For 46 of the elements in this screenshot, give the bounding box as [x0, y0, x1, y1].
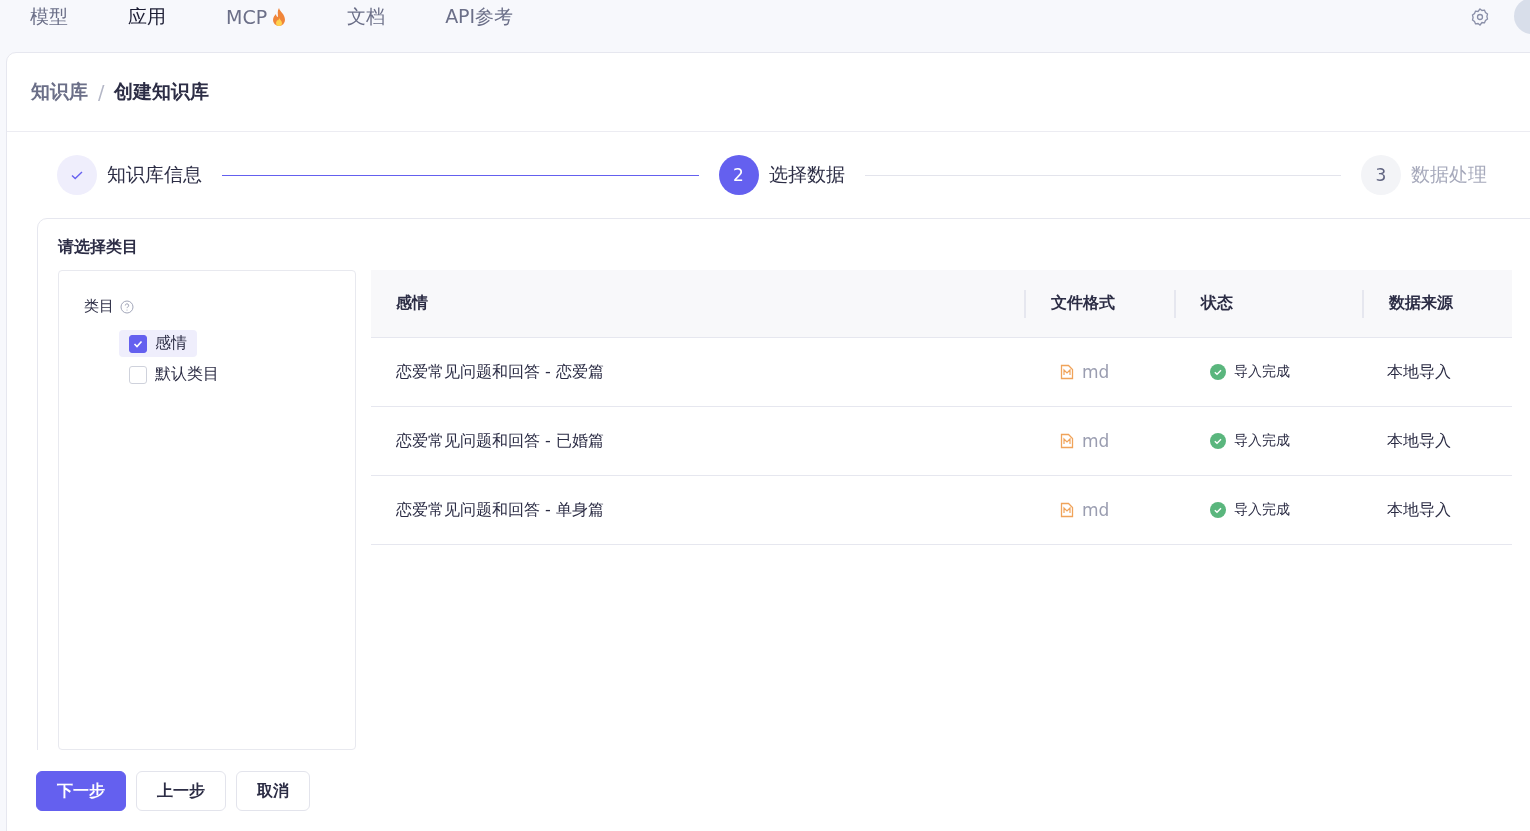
step-label: 知识库信息 — [107, 162, 202, 187]
nav-tab[interactable]: 应用 — [128, 0, 166, 34]
success-icon — [1210, 502, 1226, 518]
table-cell-text: 恋爱常见问题和回答 - 已婚篇 — [395, 430, 605, 452]
success-icon — [1210, 364, 1226, 380]
category-item[interactable]: 默认类目 — [119, 361, 229, 388]
breadcrumb-separator: / — [98, 81, 105, 103]
table-cell: md — [1082, 500, 1110, 520]
column-header: 数据来源 — [1362, 289, 1512, 318]
table-cell-text: 本地导入 — [1386, 361, 1452, 383]
step-label: 数据处理 — [1411, 162, 1487, 187]
table-cell-text: 本地导入 — [1386, 430, 1452, 452]
nav-tab[interactable]: MCP — [226, 0, 288, 34]
file-icon — [1060, 364, 1074, 380]
table-cell: md — [1082, 431, 1110, 451]
step-label: 选择数据 — [768, 162, 845, 187]
table-cell-text: 恋爱常见问题和回答 - 恋爱篇 — [395, 361, 605, 383]
fire-icon — [271, 7, 288, 27]
status-text: 导入完成 — [1234, 501, 1290, 519]
success-icon — [1210, 433, 1226, 449]
table-cell-text: 本地导入 — [1386, 499, 1452, 521]
status-text: 导入完成 — [1234, 432, 1290, 450]
step-indicator: 3 — [1361, 155, 1401, 195]
column-header: 状态 — [1174, 289, 1362, 318]
tree-label: 类目 — [84, 297, 114, 316]
step-indicator: 2 — [718, 155, 759, 195]
action-button[interactable]: 取消 — [236, 771, 310, 811]
panel-title: 请选择类目 — [56, 236, 139, 258]
category-item[interactable]: 感情 — [119, 330, 197, 357]
file-icon — [1060, 433, 1074, 449]
file-icon — [1060, 502, 1074, 518]
table-cell-text: 恋爱常见问题和回答 - 单身篇 — [395, 499, 605, 521]
help-icon[interactable] — [120, 299, 134, 314]
action-button[interactable]: 下一步 — [36, 771, 126, 811]
checkbox[interactable] — [129, 334, 147, 353]
breadcrumb-link[interactable]: 知识库 — [31, 79, 88, 105]
table-cell: md — [1082, 362, 1110, 382]
nav-tab[interactable]: 文档 — [347, 0, 386, 34]
action-button[interactable]: 上一步 — [136, 771, 226, 811]
column-header: 感情 — [395, 293, 429, 314]
nav-tab[interactable]: 模型 — [30, 0, 68, 34]
status-text: 导入完成 — [1234, 363, 1290, 381]
column-header: 文件格式 — [1024, 289, 1174, 318]
settings-icon[interactable] — [1470, 7, 1490, 27]
nav-tab[interactable]: API参考 — [445, 0, 514, 34]
breadcrumb-link[interactable]: 创建知识库 — [114, 79, 210, 105]
